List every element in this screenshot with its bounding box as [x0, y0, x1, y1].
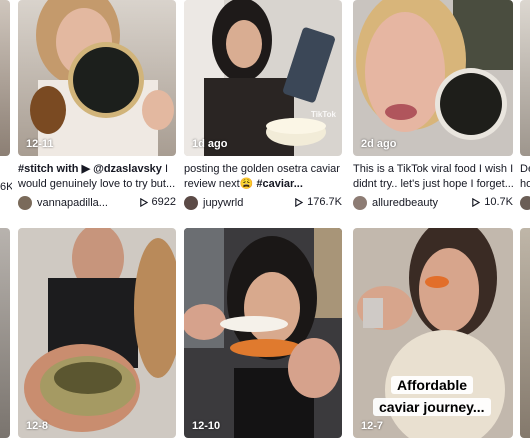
- view-count: 176.7K: [294, 196, 342, 208]
- video-thumbnail[interactable]: 12-8: [18, 228, 176, 438]
- author-name: jupywrld: [203, 197, 244, 209]
- author-row[interactable]: vannapadilla...: [18, 195, 108, 211]
- play-icon: [295, 197, 304, 207]
- partial-avatar-right: [520, 196, 530, 210]
- play-icon: [139, 197, 148, 207]
- video-caption: This is a TikTok viral food I wish I: [353, 163, 513, 175]
- partial-video-card-right-top[interactable]: [520, 0, 530, 156]
- video-overlay-text: Affordable: [391, 376, 473, 394]
- avatar: [18, 196, 32, 210]
- author-row[interactable]: alluredbeauty: [353, 195, 438, 211]
- video-overlay-text-line2: caviar journey...: [373, 398, 491, 416]
- partial-video-card-right-bottom[interactable]: [520, 228, 530, 438]
- video-thumbnail[interactable]: TikTok 1d ago: [184, 0, 342, 156]
- video-caption: #stitch with ▶ @dzaslavsky I: [18, 163, 169, 175]
- video-caption: posting the golden osetra caviar: [184, 163, 340, 175]
- partial-caption-right-2: ho: [520, 178, 530, 190]
- video-date: 12-7: [361, 420, 384, 432]
- video-card-3[interactable]: 2d ago This is a TikTok viral food I wis…: [353, 0, 513, 215]
- video-date: 12-10: [192, 420, 221, 432]
- video-caption-line2: would genuinely love to try but...: [18, 178, 176, 190]
- view-count: 10.7K: [471, 196, 513, 208]
- avatar: [184, 196, 198, 210]
- video-thumbnail[interactable]: 12-11: [18, 0, 176, 156]
- author-name: alluredbeauty: [372, 197, 439, 209]
- partial-video-card-left-top[interactable]: [0, 0, 10, 156]
- view-count: 6922: [139, 196, 176, 208]
- author-row[interactable]: jupywrld: [184, 195, 243, 211]
- video-thumbnail[interactable]: 12-10: [184, 228, 342, 438]
- video-date: 2d ago: [361, 138, 397, 150]
- author-name: vannapadilla...: [37, 197, 108, 209]
- video-date: 1d ago: [192, 138, 228, 150]
- partial-caption-right: De: [520, 163, 530, 175]
- play-icon: [472, 197, 481, 207]
- tiktok-watermark: TikTok: [310, 110, 336, 119]
- video-card-1[interactable]: 12-11 #stitch with ▶ @dzaslavsky I would…: [18, 0, 176, 215]
- video-date: 12-11: [26, 138, 54, 150]
- video-thumbnail[interactable]: Affordable caviar journey... 12-7: [353, 228, 513, 438]
- avatar: [353, 196, 367, 210]
- video-card-5[interactable]: 12-10: [184, 228, 342, 438]
- video-card-4[interactable]: 12-8: [18, 228, 176, 438]
- partial-views-left: 6K: [0, 181, 12, 193]
- mention-link[interactable]: ▶ @dzaslavsky: [82, 163, 162, 175]
- video-card-6[interactable]: Affordable caviar journey... 12-7: [353, 228, 513, 438]
- partial-video-card-left-bottom[interactable]: [0, 228, 10, 438]
- video-date: 12-8: [26, 420, 49, 432]
- video-thumbnail[interactable]: 2d ago: [353, 0, 513, 156]
- hashtag-link[interactable]: #caviar...: [256, 178, 303, 190]
- video-caption-line2: review next😩 #caviar...: [184, 178, 303, 190]
- video-card-2[interactable]: TikTok 1d ago posting the golden osetra …: [184, 0, 342, 215]
- video-caption-line2: didnt try.. let's just hope I forget...: [353, 178, 513, 190]
